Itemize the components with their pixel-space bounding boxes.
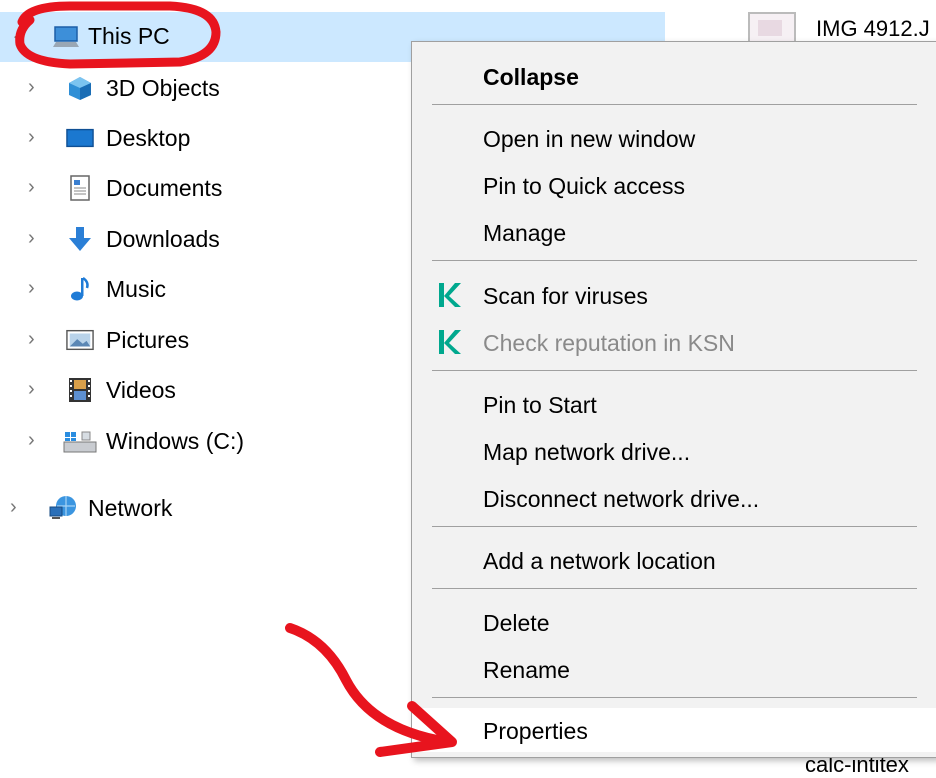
downloads-icon	[66, 225, 94, 253]
chevron-right-icon[interactable]: ›	[10, 497, 17, 517]
menu-item-pin-to-start[interactable]: Pin to Start	[412, 382, 936, 426]
nav-item-3d-objects[interactable]: › 3D Objects	[0, 64, 400, 112]
menu-item-properties[interactable]: Properties	[412, 708, 936, 752]
nav-item-videos[interactable]: › Videos	[0, 366, 400, 414]
menu-item-label: Disconnect network drive...	[483, 486, 760, 512]
menu-item-label: Check reputation in KSN	[483, 330, 735, 356]
kaspersky-icon	[436, 281, 462, 309]
menu-item-label: Rename	[483, 657, 570, 683]
menu-item-rename[interactable]: Rename	[412, 647, 936, 691]
menu-separator	[432, 104, 917, 105]
network-icon	[48, 494, 80, 522]
menu-item-check-reputation-in-ksn[interactable]: Check reputation in KSN	[412, 320, 936, 364]
menu-item-manage[interactable]: Manage	[412, 210, 936, 254]
chevron-right-icon[interactable]: ›	[28, 329, 35, 349]
chevron-right-icon[interactable]: ›	[28, 278, 35, 298]
computer-icon	[52, 23, 80, 51]
menu-item-label: Pin to Start	[483, 392, 597, 418]
menu-item-label: Add a network location	[483, 548, 716, 574]
music-icon	[66, 275, 94, 303]
chevron-right-icon[interactable]: ›	[28, 379, 35, 399]
menu-item-pin-to-quick-access[interactable]: Pin to Quick access	[412, 163, 936, 207]
menu-item-label: Manage	[483, 220, 567, 246]
nav-item-label: Documents	[106, 175, 223, 201]
nav-item-label: Windows (C:)	[106, 428, 245, 454]
nav-item-label: Downloads	[106, 226, 220, 252]
menu-separator	[432, 588, 917, 589]
menu-item-delete[interactable]: Delete	[412, 600, 936, 644]
pictures-icon	[66, 326, 94, 354]
menu-separator	[432, 370, 917, 371]
context-menu: Collapse Open in new window Pin to Quick…	[411, 41, 936, 758]
menu-item-label: Open in new window	[483, 126, 696, 152]
drive-icon	[62, 427, 98, 455]
file-name[interactable]: IMG 4912.J	[816, 16, 930, 42]
chevron-down-icon[interactable]: ⌄	[10, 25, 27, 45]
chevron-right-icon[interactable]: ›	[28, 77, 35, 97]
menu-item-label: Delete	[483, 610, 550, 636]
nav-item-label: Videos	[106, 377, 176, 403]
nav-item-label: Pictures	[106, 327, 190, 353]
menu-separator	[432, 260, 917, 261]
menu-item-label: Pin to Quick access	[483, 173, 685, 199]
nav-item-music[interactable]: › Music	[0, 265, 400, 313]
nav-item-label: This PC	[88, 23, 170, 49]
menu-separator	[432, 526, 917, 527]
chevron-right-icon[interactable]: ›	[28, 127, 35, 147]
nav-item-desktop[interactable]: › Desktop	[0, 114, 400, 162]
menu-item-label: Properties	[483, 718, 588, 744]
kaspersky-icon	[436, 328, 462, 356]
nav-item-label: Desktop	[106, 125, 191, 151]
chevron-right-icon[interactable]: ›	[28, 228, 35, 248]
nav-item-label: 3D Objects	[106, 75, 220, 101]
nav-item-pictures[interactable]: › Pictures	[0, 316, 400, 364]
documents-icon	[66, 174, 94, 202]
menu-item-open-in-new-window[interactable]: Open in new window	[412, 116, 936, 160]
menu-separator	[432, 697, 917, 698]
nav-item-network[interactable]: › Network	[0, 484, 400, 532]
menu-item-disconnect-network-drive[interactable]: Disconnect network drive...	[412, 476, 936, 520]
desktop-icon	[66, 124, 94, 152]
videos-icon	[66, 376, 94, 404]
menu-item-collapse[interactable]: Collapse	[412, 54, 936, 98]
chevron-right-icon[interactable]: ›	[28, 430, 35, 450]
chevron-right-icon[interactable]: ›	[28, 177, 35, 197]
menu-item-map-network-drive[interactable]: Map network drive...	[412, 429, 936, 473]
nav-item-label: Music	[106, 276, 167, 302]
menu-item-label: Map network drive...	[483, 439, 691, 465]
menu-item-scan-for-viruses[interactable]: Scan for viruses	[412, 273, 936, 317]
menu-item-label: Collapse	[483, 64, 579, 90]
menu-item-label: Scan for viruses	[483, 283, 648, 309]
nav-item-downloads[interactable]: › Downloads	[0, 215, 400, 263]
nav-item-documents[interactable]: › Documents	[0, 164, 400, 212]
nav-item-windows-c[interactable]: › Windows (C:)	[0, 417, 400, 465]
nav-item-label: Network	[88, 495, 173, 521]
3d-objects-icon	[66, 74, 94, 102]
menu-item-add-a-network-location[interactable]: Add a network location	[412, 538, 936, 582]
